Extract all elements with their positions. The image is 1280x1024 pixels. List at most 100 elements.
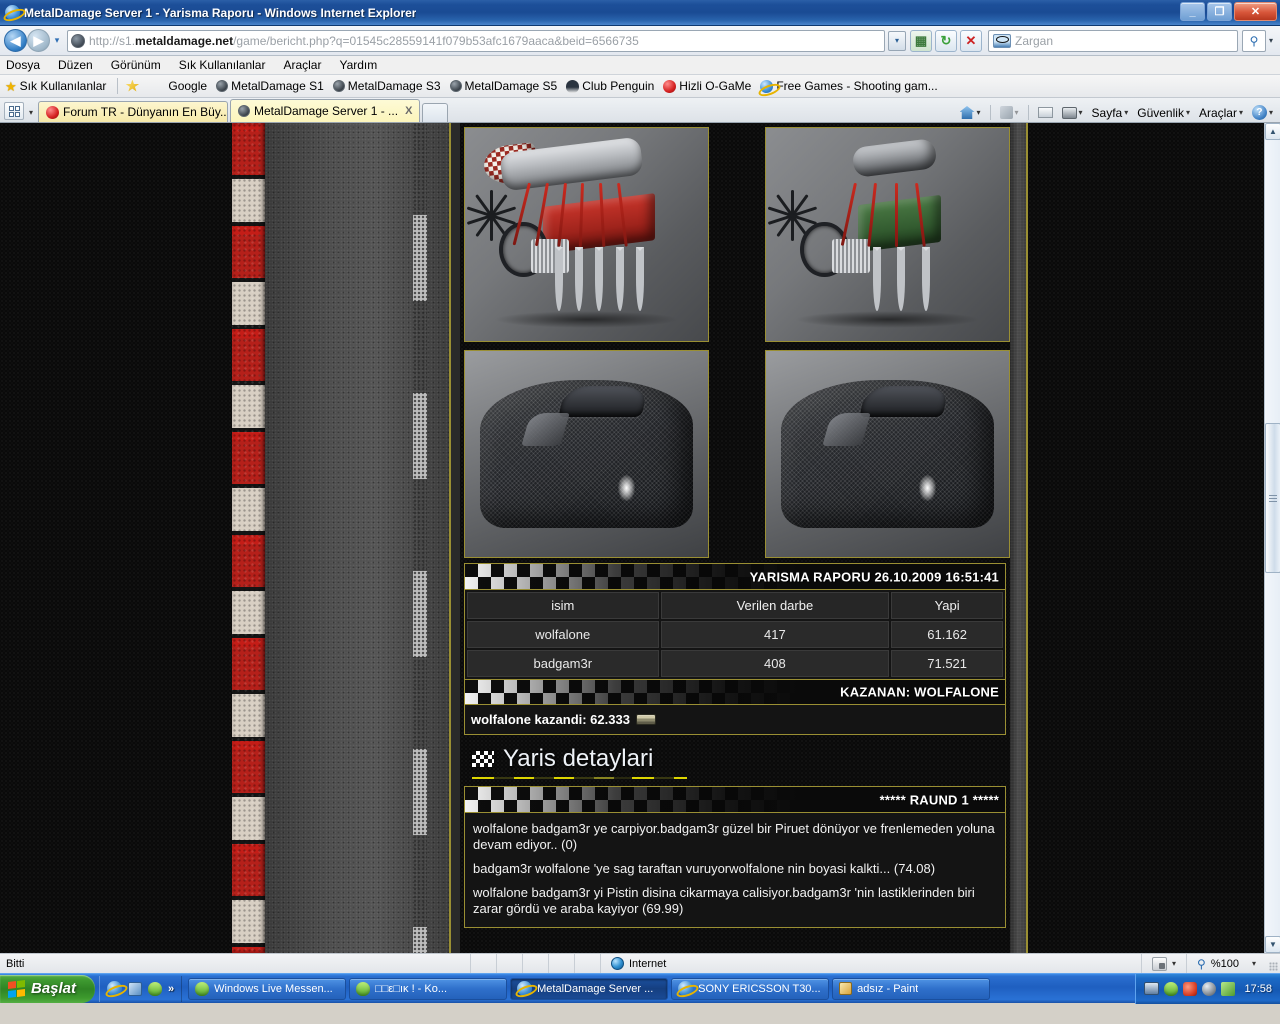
zoom-caret-icon[interactable]: ▾ [1252, 959, 1256, 968]
taskbar-item-sony-ericsson[interactable]: SONY ERICSSON T30... [671, 977, 830, 1000]
ogame-icon [663, 79, 677, 93]
address-bar[interactable]: http://s1.metaldamage.net/game/bericht.p… [67, 29, 885, 52]
shield-icon[interactable] [1202, 981, 1217, 996]
home-caret-icon[interactable]: ▾ [977, 108, 981, 117]
window-title-bar[interactable]: MetalDamage Server 1 - Yarisma Raporu - … [0, 0, 1280, 26]
cell-verilen-darbe: 417 [660, 621, 890, 648]
taskbar-item-metaldamage[interactable]: MetalDamage Server ... [510, 977, 669, 1000]
print-button[interactable]: ▾ [1059, 106, 1086, 119]
security-menu-button[interactable]: Güvenlik ▾ [1134, 106, 1193, 120]
feeds-button[interactable]: ▾ [997, 106, 1022, 119]
read-mail-button[interactable] [1035, 107, 1056, 118]
menu-item-yardim[interactable]: Yardım [339, 58, 377, 72]
forum-tr-icon [46, 105, 59, 119]
favorites-button[interactable]: ★ Sık Kullanılanlar [5, 79, 106, 93]
quick-tabs-button[interactable] [4, 102, 24, 120]
taskbar-item-messenger[interactable]: Windows Live Messen... [188, 977, 347, 1000]
search-go-button[interactable]: ⚲ [1242, 29, 1266, 52]
quick-launch-ie-icon[interactable] [107, 981, 122, 996]
home-button[interactable]: ▾ [957, 106, 984, 119]
help-caret-icon[interactable]: ▾ [1269, 108, 1273, 117]
menu-item-duzen[interactable]: Düzen [58, 58, 93, 72]
hood-scoop [859, 386, 950, 417]
image-hood-carbon-left[interactable] [464, 350, 709, 558]
close-button[interactable]: ✕ [1234, 2, 1277, 21]
compatibility-view-icon[interactable]: ▦ [910, 29, 932, 52]
resize-gripper[interactable] [1266, 954, 1280, 973]
menu-bar: Dosya Düzen Görünüm Sık Kullanılanlar Ar… [0, 56, 1280, 75]
cell-verilen-darbe: 408 [660, 650, 890, 677]
page-menu-button[interactable]: Sayfa ▾ [1089, 106, 1132, 120]
menu-item-gorunum[interactable]: Görünüm [111, 58, 161, 72]
tools-caret-icon[interactable]: ▾ [1239, 108, 1243, 117]
taskbar-item-conversation[interactable]: □□ε□ıκ ! - Ko... [349, 977, 508, 1000]
scroll-down-button[interactable]: ▼ [1265, 936, 1280, 953]
favorite-club-penguin[interactable]: Club Penguin [566, 79, 654, 93]
protected-mode-indicator[interactable]: ▾ [1141, 954, 1186, 973]
restore-button[interactable]: ❐ [1207, 2, 1232, 21]
forward-button[interactable]: ▶ [27, 29, 50, 52]
internet-explorer-icon [5, 5, 20, 20]
tab-metaldamage-server-1[interactable]: MetalDamage Server 1 - ... X [230, 99, 420, 122]
taskbar-item-paint[interactable]: adsız - Paint [832, 977, 991, 1000]
scroll-up-button[interactable]: ▲ [1265, 123, 1280, 140]
navigation-bar: ◀ ▶ ▾ http://s1.metaldamage.net/game/ber… [0, 26, 1280, 56]
favorite-metaldamage-s3[interactable]: MetalDamage S3 [332, 79, 441, 93]
system-clock[interactable]: 17:58 [1244, 983, 1272, 995]
show-desktop-icon[interactable] [128, 981, 142, 996]
table-row: badgam3r 408 71.521 [467, 650, 1003, 677]
zoom-control[interactable]: ⚲ %100 ▾ [1186, 954, 1266, 973]
protected-mode-caret-icon[interactable]: ▾ [1172, 959, 1176, 968]
quick-launch-more-icon[interactable]: » [168, 983, 174, 995]
refresh-icon[interactable]: ↻ [935, 29, 957, 52]
table-header-row: isim Verilen darbe Yapi [467, 592, 1003, 619]
image-engine-green-v4[interactable] [765, 127, 1010, 342]
volume-icon[interactable] [1183, 981, 1198, 996]
favorite-google[interactable]: Google [151, 79, 207, 93]
tab-forum-tr[interactable]: Forum TR - Dünyanın En Büy... [38, 101, 228, 122]
help-menu-button[interactable]: ? ▾ [1249, 105, 1276, 120]
menu-item-dosya[interactable]: Dosya [6, 58, 40, 72]
quick-launch-messenger-icon[interactable] [148, 981, 162, 996]
minimize-button[interactable]: _ [1180, 2, 1205, 21]
money-icon [635, 714, 656, 725]
club-penguin-icon [566, 79, 580, 93]
system-tray: 17:58 [1135, 973, 1280, 1004]
network-icon[interactable] [1144, 982, 1160, 995]
vertical-scrollbar[interactable]: ▲ ▼ [1264, 123, 1280, 953]
print-caret-icon[interactable]: ▾ [1079, 108, 1083, 117]
search-input[interactable]: Zargan [988, 29, 1238, 52]
menu-item-araclar[interactable]: Araçlar [283, 58, 321, 72]
round-label: ***** RAUND 1 ***** [879, 792, 999, 807]
air-intake-cylinder [851, 137, 938, 178]
back-button[interactable]: ◀ [4, 29, 27, 52]
race-report-header: YARISMA RAPORU 26.10.2009 16:51:41 [465, 564, 1005, 590]
favorite-free-games[interactable]: Free Games - Shooting gam... [760, 79, 938, 93]
status-text: Bitti [6, 957, 25, 970]
start-button[interactable]: Başlat [0, 974, 95, 1003]
page-caret-icon[interactable]: ▾ [1124, 108, 1128, 117]
stop-icon[interactable]: ✕ [960, 29, 982, 52]
image-engine-red-v8[interactable] [464, 127, 709, 342]
tab-close-icon[interactable]: X [405, 105, 412, 117]
tools-menu-button[interactable]: Araçlar ▾ [1196, 106, 1246, 120]
favorites-button-label: Sık Kullanılanlar [19, 79, 107, 93]
favorite-hizli-ogame[interactable]: Hizli O-GaMe [663, 79, 751, 93]
update-icon[interactable] [1221, 981, 1236, 996]
image-hood-carbon-right[interactable] [765, 350, 1010, 558]
new-tab-button[interactable] [422, 103, 448, 122]
messenger-tray-icon[interactable] [1164, 981, 1179, 996]
recent-pages-caret[interactable]: ▾ [50, 35, 64, 46]
address-dropdown-button[interactable]: ▾ [888, 30, 906, 51]
add-to-favorites-bar-button[interactable] [125, 79, 142, 93]
window-controls[interactable]: _ ❐ ✕ [1180, 2, 1277, 21]
favorite-metaldamage-s5[interactable]: MetalDamage S5 [449, 79, 557, 93]
scrollbar-thumb[interactable] [1265, 423, 1280, 573]
tab-list-caret-icon[interactable]: ▾ [24, 108, 38, 117]
winner-label: KAZANAN: WOLFALONE [840, 684, 999, 700]
search-provider-caret[interactable]: ▾ [1266, 36, 1276, 45]
security-caret-icon[interactable]: ▾ [1186, 108, 1190, 117]
menu-item-sik-kullanilanlar[interactable]: Sık Kullanılanlar [179, 58, 266, 72]
favorite-metaldamage-s1[interactable]: MetalDamage S1 [216, 79, 324, 93]
security-zone[interactable]: Internet [600, 954, 676, 973]
